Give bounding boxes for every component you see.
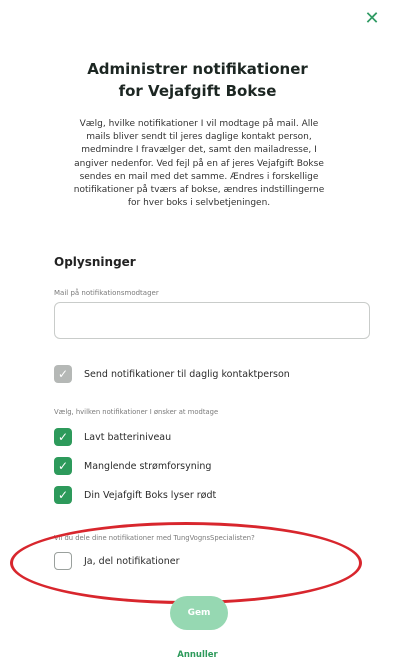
notification-option-label: Din Vejafgift Boks lyser rødt: [84, 489, 217, 501]
share-notifications-row[interactable]: Ja, del notifikationer: [54, 552, 179, 570]
intro-line: for hver boks i selvbetjeningen.: [127, 198, 271, 209]
close-icon[interactable]: ✕: [361, 8, 383, 30]
low-battery-checkbox[interactable]: ✓: [54, 428, 72, 446]
intro-line: angiver nedenfor. Ved fejl på en af jere…: [74, 158, 324, 169]
intro-line: Vælg, hvilke notifikationer I vil modtag…: [79, 119, 319, 129]
notification-settings-dialog: ✕ Administrer notifikationer for Vejafgi…: [0, 0, 395, 662]
email-field[interactable]: [54, 302, 370, 339]
notification-option-low-battery[interactable]: ✓ Lavt batteriniveau: [54, 428, 171, 446]
notification-choice-label: Vælg, hvilken notifikationer I ønsker at…: [54, 408, 219, 416]
notification-option-power-missing[interactable]: ✓ Manglende strømforsyning: [54, 457, 211, 475]
red-light-checkbox[interactable]: ✓: [54, 486, 72, 504]
share-notifications-checkbox[interactable]: [54, 552, 72, 570]
save-button[interactable]: Gem: [170, 596, 228, 630]
dialog-title-line1: Administrer notifikationer: [87, 60, 308, 78]
intro-text: Vælg, hvilke notifikationer I vil modtag…: [58, 118, 340, 210]
intro-line: notifikationer på tværs af bokse, ændres…: [73, 185, 325, 196]
dialog-title-line2: for Vejafgift Bokse: [118, 82, 277, 100]
intro-line: medmindre I fravælger det, samt den mail…: [81, 145, 317, 156]
send-daily-contact-row[interactable]: ✓ Send notifikationer til daglig kontakt…: [54, 365, 290, 383]
send-daily-contact-checkbox[interactable]: ✓: [54, 365, 72, 383]
dialog-title: Administrer notifikationer for Vejafgift…: [0, 58, 395, 102]
section-heading-info: Oplysninger: [54, 255, 136, 269]
email-field-label: Mail på notifikationsmodtager: [54, 289, 159, 297]
power-missing-checkbox[interactable]: ✓: [54, 457, 72, 475]
share-notifications-label: Ja, del notifikationer: [84, 555, 180, 567]
cancel-link[interactable]: Annuller: [0, 650, 395, 660]
intro-line: mails bliver sendt til jeres daglige kon…: [86, 132, 312, 143]
send-daily-contact-label: Send notifikationer til daglig kontaktpe…: [84, 368, 290, 380]
notification-option-label: Manglende strømforsyning: [84, 460, 212, 472]
share-question: Vil du dele dine notifikationer med Tung…: [54, 534, 255, 542]
intro-line: sendes en mail med det samme. Ændres i f…: [79, 171, 319, 182]
notification-option-red-light[interactable]: ✓ Din Vejafgift Boks lyser rødt: [54, 486, 216, 504]
notification-option-label: Lavt batteriniveau: [84, 431, 172, 443]
